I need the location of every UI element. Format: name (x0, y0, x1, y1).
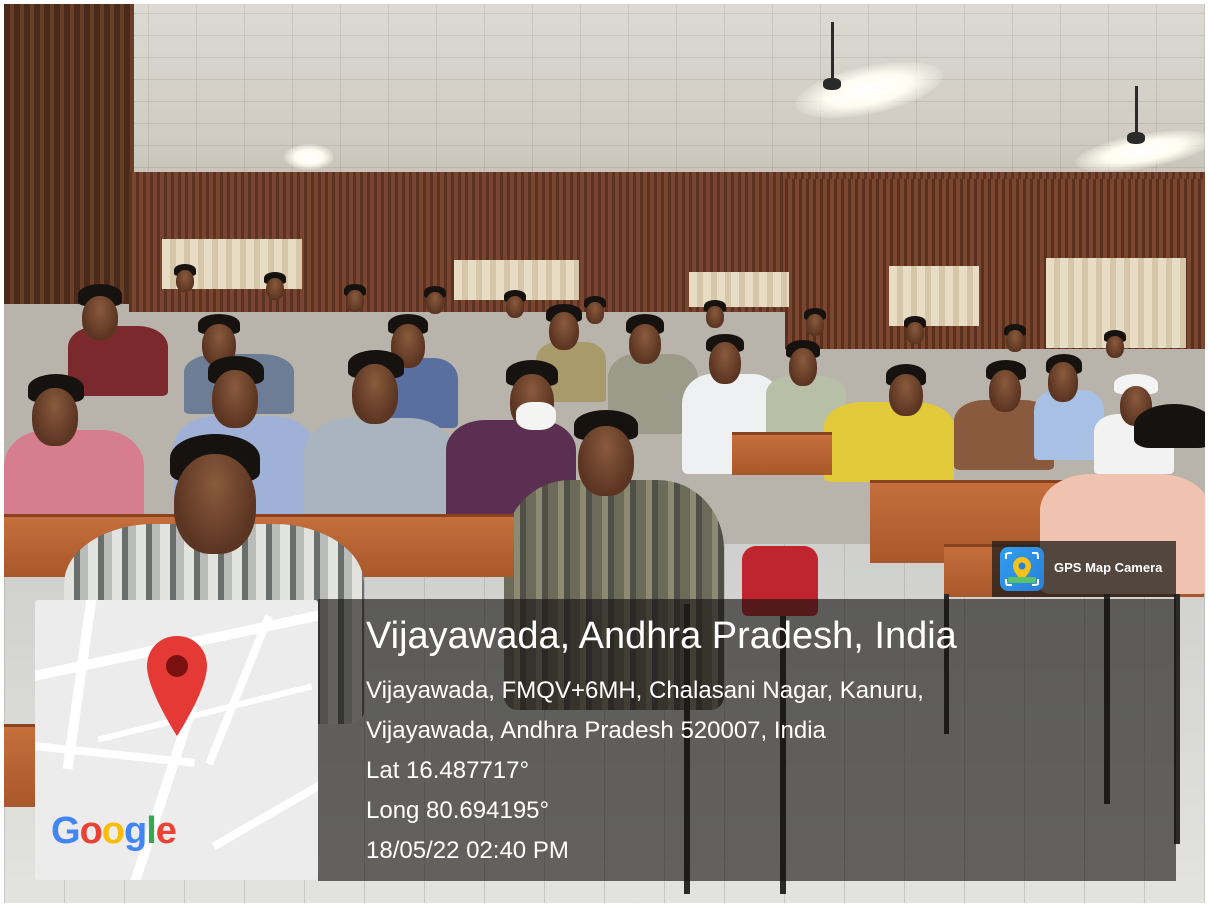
wood-panel-wall-left (4, 4, 134, 304)
address-line-2: Vijayawada, Andhra Pradesh 520007, India (366, 717, 826, 744)
map-thumbnail: Google (35, 600, 318, 880)
map-road (211, 778, 318, 850)
fan-rod (831, 22, 834, 82)
map-pin-icon (147, 636, 207, 736)
location-title: Vijayawada, Andhra Pradesh, India (366, 615, 957, 657)
ceiling-fan-icon (1127, 132, 1145, 144)
address-line-1: Vijayawada, FMQV+6MH, Chalasani Nagar, K… (366, 677, 924, 704)
desk (732, 432, 832, 475)
gps-map-camera-icon (1000, 547, 1044, 591)
latitude: Lat 16.487717° (366, 757, 530, 784)
gps-map-camera-label: GPS Map Camera (1054, 560, 1163, 575)
gps-map-camera-badge: GPS Map Camera (992, 541, 1176, 597)
location-info-panel: Vijayawada, Andhra Pradesh, India Vijaya… (318, 599, 1176, 881)
ceiling-light (284, 144, 334, 170)
google-logo: Google (51, 810, 177, 852)
ceiling-fan-icon (823, 78, 841, 90)
longitude: Long 80.694195° (366, 797, 550, 824)
fan-rod (1135, 86, 1138, 136)
datetime-stamp: 18/05/22 02:40 PM (366, 837, 569, 864)
map-road (62, 600, 98, 770)
